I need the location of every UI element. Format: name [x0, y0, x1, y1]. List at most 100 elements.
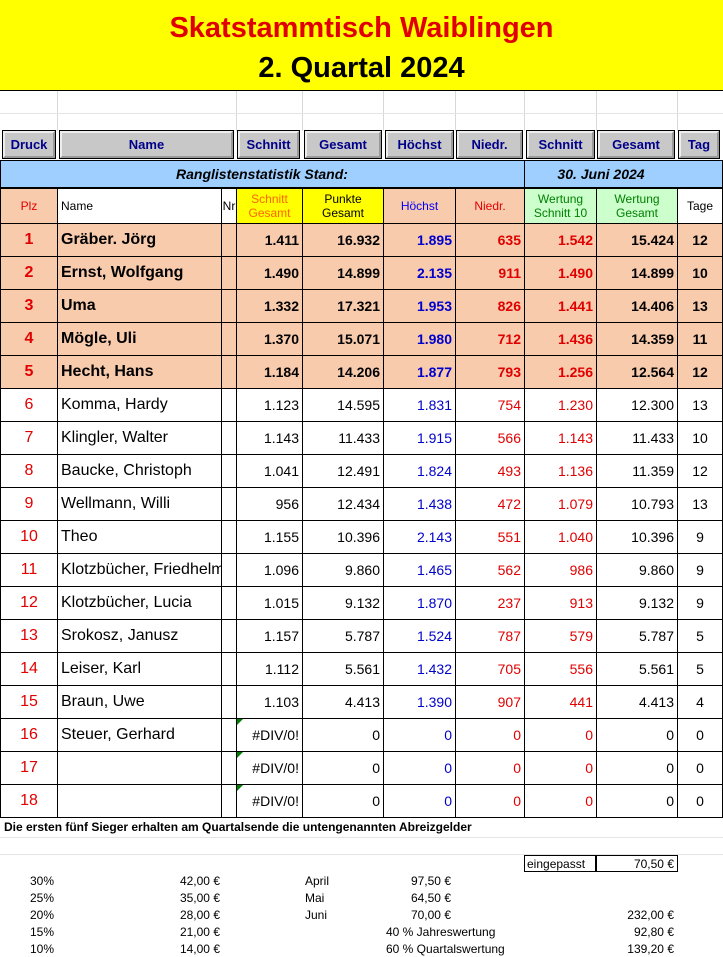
col-header-name: Name [57, 188, 222, 224]
rank-cell-schnitt: 1.015 [236, 586, 303, 620]
rank-cell-tage: 9 [677, 586, 723, 620]
rank-cell-plz: 17 [0, 751, 58, 785]
rank-cell-hoechst: 2.135 [383, 256, 456, 290]
rank-cell-nr [221, 586, 237, 620]
rank-cell-plz: 11 [0, 553, 58, 587]
rank-cell-name: Komma, Hardy [57, 388, 222, 422]
rank-cell-wertung-gesamt: 12.300 [596, 388, 678, 422]
rank-cell-punkte: 15.071 [302, 322, 384, 356]
rank-cell-niedr: 907 [455, 685, 525, 719]
rank-cell-schnitt: 1.490 [236, 256, 303, 290]
ranking-table: Plz Name Nr Schnitt Gesamt Punkte Gesamt H… [0, 188, 723, 818]
rank-cell-tage: 9 [677, 553, 723, 587]
rank-cell-schnitt: #DIV/0! [236, 784, 303, 818]
table-row: 15 Braun, Uwe 1.103 4.413 1.390 907 441 4.413 4 [0, 685, 723, 719]
rank-cell-wertung-schnitt: 0 [524, 718, 597, 752]
rank-cell-nr [221, 718, 237, 752]
rank-cell-wertung-gesamt: 0 [596, 784, 678, 818]
sort-niedr-button[interactable]: Niedr. [456, 130, 523, 159]
rank-cell-name [57, 751, 222, 785]
sort-gesamt-button[interactable]: Gesamt [304, 130, 382, 159]
rank-cell-wertung-gesamt: 5.787 [596, 619, 678, 653]
month-label: April [305, 874, 330, 888]
rank-cell-name: Steuer, Gerhard [57, 718, 222, 752]
print-button[interactable]: Druck [2, 130, 56, 159]
rank-cell-wertung-schnitt: 556 [524, 652, 597, 686]
rank-cell-nr [221, 289, 237, 323]
rank-cell-wertung-gesamt: 4.413 [596, 685, 678, 719]
rank-cell-niedr: 705 [455, 652, 525, 686]
table-row: 11 Klotzbücher, Friedhelm 1.096 9.860 1.465 5… [0, 553, 723, 587]
table-row: 10 Theo 1.155 10.396 2.143 551 1.040 10.396 9 [0, 520, 723, 554]
rank-cell-niedr: 472 [455, 487, 525, 521]
rank-cell-plz: 13 [0, 619, 58, 653]
rank-cell-name: Klotzbücher, Lucia [57, 586, 222, 620]
table-row: 16 Steuer, Gerhard #DIV/0! 0 0 0 0 0 0 [0, 718, 723, 752]
rank-cell-wertung-schnitt: 1.436 [524, 322, 597, 356]
rank-cell-wertung-schnitt: 1.136 [524, 454, 597, 488]
rank-cell-hoechst: 1.831 [383, 388, 456, 422]
rank-cell-niedr: 635 [455, 223, 525, 257]
rank-cell-punkte: 12.491 [302, 454, 384, 488]
rank-cell-name: Ernst, Wolfgang [57, 256, 222, 290]
jahres-value: 92,80 € [633, 925, 674, 939]
rank-cell-wertung-gesamt: 14.359 [596, 322, 678, 356]
rank-cell-wertung-gesamt: 5.561 [596, 652, 678, 686]
table-row: 1 Gräber. Jörg 1.411 16.932 1.895 635 1.542 15.… [0, 223, 723, 257]
rank-cell-plz: 12 [0, 586, 58, 620]
rank-cell-wertung-gesamt: 10.793 [596, 487, 678, 521]
sort-wertung-gesamt-button[interactable]: Gesamt [597, 130, 675, 159]
rank-cell-wertung-gesamt: 14.899 [596, 256, 678, 290]
rank-cell-name: Braun, Uwe [57, 685, 222, 719]
sort-wertung-schnitt-button[interactable]: Schnitt [526, 130, 595, 159]
rank-cell-nr [221, 751, 237, 785]
rank-cell-wertung-gesamt: 15.424 [596, 223, 678, 257]
rank-cell-plz: 4 [0, 322, 58, 356]
rank-cell-plz: 3 [0, 289, 58, 323]
rank-cell-punkte: 14.899 [302, 256, 384, 290]
rank-cell-hoechst: 0 [383, 751, 456, 785]
rank-cell-hoechst: 1.895 [383, 223, 456, 257]
rank-cell-nr [221, 619, 237, 653]
rank-cell-wertung-gesamt: 11.359 [596, 454, 678, 488]
month-label: Mai [305, 891, 325, 905]
rank-cell-wertung-schnitt: 1.490 [524, 256, 597, 290]
rank-cell-nr [221, 652, 237, 686]
table-row: 2 Ernst, Wolfgang 1.490 14.899 2.135 911 1.490… [0, 256, 723, 290]
rank-cell-niedr: 237 [455, 586, 525, 620]
rank-cell-niedr: 562 [455, 553, 525, 587]
page-title: Skatstammtisch Waiblingen [169, 12, 554, 44]
col-header-schnitt-gesamt: Schnitt Gesamt [236, 188, 303, 224]
rank-cell-punkte: 14.206 [302, 355, 384, 389]
rank-cell-name: Klingler, Walter [57, 421, 222, 455]
rank-cell-wertung-gesamt: 0 [596, 718, 678, 752]
rank-cell-plz: 1 [0, 223, 58, 257]
rank-cell-wertung-schnitt: 1.143 [524, 421, 597, 455]
sort-name-button[interactable]: Name [59, 130, 234, 159]
rank-cell-name: Gräber. Jörg [57, 223, 222, 257]
rank-cell-name: Mögle, Uli [57, 322, 222, 356]
sort-schnitt-button[interactable]: Schnitt [237, 130, 300, 159]
rank-cell-tage: 10 [677, 421, 723, 455]
rank-cell-punkte: 0 [302, 718, 384, 752]
table-row: 14 Leiser, Karl 1.112 5.561 1.432 705 556 5.561… [0, 652, 723, 686]
rank-cell-tage: 13 [677, 487, 723, 521]
rank-cell-niedr: 911 [455, 256, 525, 290]
sort-tage-button[interactable]: Tag [678, 130, 720, 159]
rank-cell-plz: 10 [0, 520, 58, 554]
rank-cell-nr [221, 784, 237, 818]
table-row: 8 Baucke, Christoph 1.041 12.491 1.824 493 1.1… [0, 454, 723, 488]
sort-hoechst-button[interactable]: Höchst [385, 130, 454, 159]
rank-cell-nr [221, 421, 237, 455]
rank-cell-hoechst: 1.524 [383, 619, 456, 653]
rank-cell-punkte: 5.561 [302, 652, 384, 686]
rank-cell-hoechst: 0 [383, 784, 456, 818]
rank-cell-wertung-schnitt: 986 [524, 553, 597, 587]
prize-percent: 20% [29, 908, 54, 922]
month-value: 70,00 € [410, 908, 451, 922]
rank-cell-niedr: 0 [455, 718, 525, 752]
table-row: 7 Klingler, Walter 1.143 11.433 1.915 566 1.14… [0, 421, 723, 455]
rank-cell-wertung-schnitt: 0 [524, 751, 597, 785]
rank-cell-wertung-schnitt: 1.230 [524, 388, 597, 422]
rank-cell-wertung-schnitt: 1.256 [524, 355, 597, 389]
